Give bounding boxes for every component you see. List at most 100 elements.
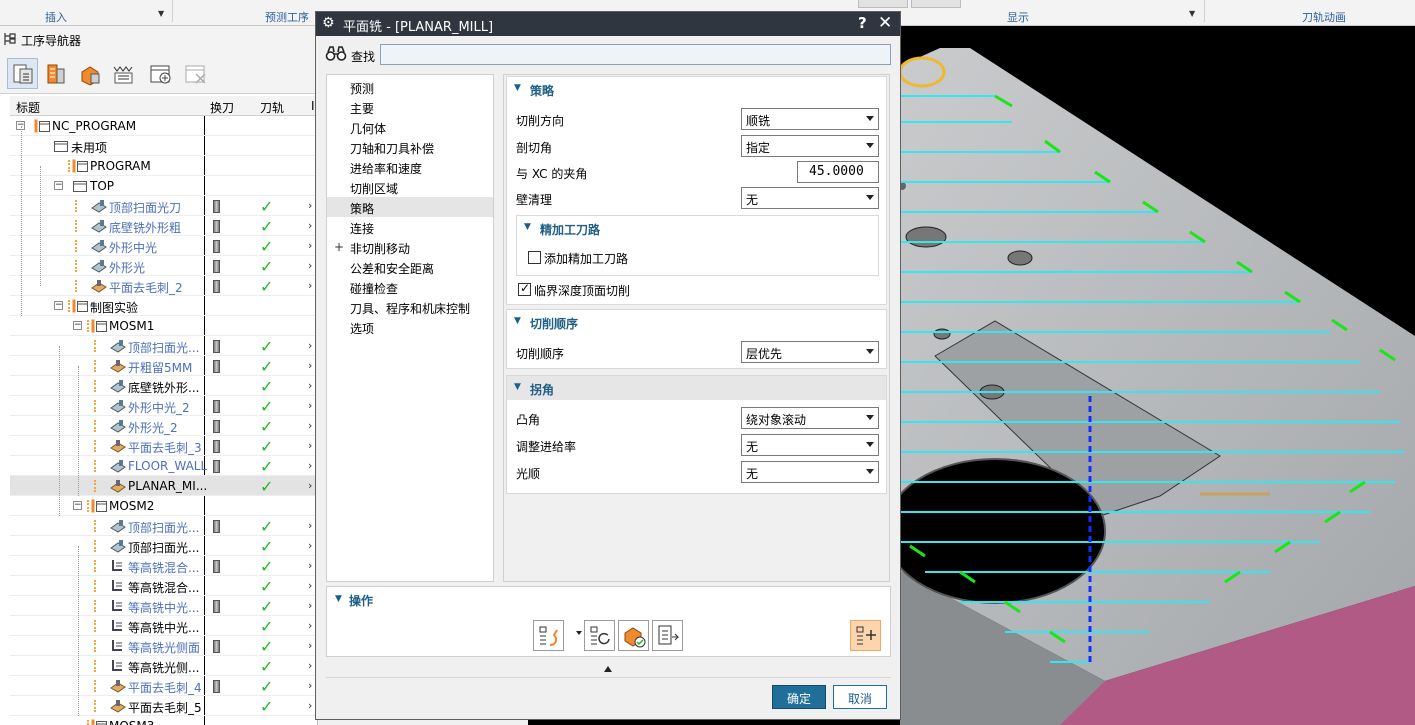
add-operation-button[interactable]	[850, 620, 881, 651]
program-order-view-button[interactable]	[7, 58, 38, 89]
ribbon-group-predict[interactable]: 预测工序	[265, 9, 309, 25]
nav-row[interactable]: − 制图实验	[10, 296, 318, 316]
tree-toggle-icon[interactable]: −	[54, 301, 63, 310]
cut-direction-select[interactable]: 顺铣	[741, 108, 879, 130]
graphics-viewport[interactable]	[900, 26, 1415, 725]
ribbon-group-insert[interactable]: 插入	[45, 9, 67, 25]
dialog-tree-item[interactable]: 选项	[327, 317, 493, 337]
nav-row[interactable]: FLOOR_WALL ✓ ›	[10, 456, 318, 476]
method-view-button[interactable]	[107, 58, 138, 89]
nav-row[interactable]: 外形光 ✓ ›	[10, 256, 318, 276]
expand-plus-icon[interactable]: +	[334, 240, 344, 254]
geometry-view-button[interactable]	[74, 58, 105, 89]
dialog-tree-item[interactable]: 主要	[327, 97, 493, 117]
nav-row[interactable]: PLANAR_MI... ✓ ›	[10, 476, 318, 496]
nav-row[interactable]: 外形光_2 ✓ ›	[10, 416, 318, 436]
generate-toolpath-button[interactable]	[533, 620, 564, 651]
ribbon-button[interactable]	[911, 0, 961, 8]
finish-pass-header[interactable]: ▼ 精加工刀路	[517, 216, 878, 240]
nav-row[interactable]: 外形中光 ✓ ›	[10, 236, 318, 256]
dialog-tree-item[interactable]: 进给率和速度	[327, 157, 493, 177]
critical-depth-checkbox[interactable]	[518, 281, 531, 296]
tree-toggle-icon[interactable]: −	[54, 181, 63, 190]
nav-row[interactable]: 顶部扫面光... ✓ ›	[10, 536, 318, 556]
close-icon[interactable]: ✕	[878, 13, 892, 33]
dialog-tree-item[interactable]: 几何体	[327, 117, 493, 137]
cut-order-header[interactable]: ▼ 切削顺序	[507, 310, 886, 334]
nav-row[interactable]: MOSM3	[10, 716, 318, 725]
dialog-tree-item[interactable]: 连接	[327, 217, 493, 237]
nav-row[interactable]: 开粗留5MM ✓ ›	[10, 356, 318, 376]
column-tool-change[interactable]: 换刀	[210, 99, 234, 116]
nav-row[interactable]: 等高铣光侧... ✓ ›	[10, 656, 318, 676]
nav-row[interactable]: 等高铣中光... ✓ ›	[10, 596, 318, 616]
help-icon[interactable]: ?	[858, 14, 867, 32]
nav-row[interactable]: 底壁铣外形粗 ✓ ›	[10, 216, 318, 236]
nav-row[interactable]: 平面去毛刺_5 ✓ ›	[10, 696, 318, 716]
cut-order-select[interactable]: 层优先	[741, 341, 879, 363]
collapse-up-icon[interactable]	[604, 666, 612, 672]
wall-clean-select[interactable]: 无	[741, 187, 879, 209]
nav-row[interactable]: − NC_PROGRAM	[10, 116, 318, 136]
chevron-down-icon[interactable]	[576, 631, 582, 635]
tool-change-icon	[213, 600, 220, 613]
corner-header[interactable]: ▼ 拐角	[507, 376, 886, 400]
find-input[interactable]	[380, 44, 891, 65]
cut-angle-value: 指定	[746, 141, 771, 155]
delete-button[interactable]	[180, 58, 211, 89]
nav-row[interactable]: − MOSM1	[10, 316, 318, 336]
add-finish-checkbox[interactable]	[528, 251, 541, 264]
ok-button[interactable]: 确定	[772, 685, 826, 709]
ribbon-group-display[interactable]: 显示	[1007, 9, 1029, 25]
ribbon-group-animation[interactable]: 刀轨动画	[1302, 9, 1346, 25]
adjust-feed-select[interactable]: 无	[741, 434, 879, 456]
ribbon-dropdown-icon[interactable]: ▼	[158, 9, 164, 18]
dialog-tree-item[interactable]: 碰撞检查	[327, 277, 493, 297]
dialog-tree-item[interactable]: 预测	[327, 77, 493, 97]
nav-row[interactable]: − MOSM2	[10, 496, 318, 516]
column-toolpath[interactable]: 刀轨	[260, 99, 284, 116]
nav-row[interactable]: 等高铣中光... ✓ ›	[10, 616, 318, 636]
dialog-tree-item[interactable]: 刀轴和刀具补偿	[327, 137, 493, 157]
smooth-value: 无	[746, 467, 759, 481]
dialog-tree-item[interactable]: 策略	[327, 197, 493, 217]
nav-row[interactable]: 等高铣混合... ✓ ›	[10, 576, 318, 596]
tree-toggle-icon[interactable]: −	[73, 501, 82, 510]
nav-row[interactable]: 平面去毛刺_3 ✓ ›	[10, 436, 318, 456]
nav-row[interactable]: 平面去毛刺_4 ✓ ›	[10, 676, 318, 696]
dialog-title-bar[interactable]: ⚙ 平面铣 - [PLANAR_MILL] ? ✕	[316, 12, 900, 36]
ribbon-dropdown-icon[interactable]: ▼	[1189, 9, 1195, 18]
nav-row[interactable]: 顶部扫面光... ✓ ›	[10, 516, 318, 536]
xc-angle-input[interactable]: 45.0000	[797, 161, 879, 183]
verify-toolpath-button[interactable]	[618, 620, 649, 651]
column-title[interactable]: 标题	[16, 99, 40, 116]
row-icon-wrap	[91, 196, 107, 216]
nav-row[interactable]: 顶部扫面光刀 ✓ ›	[10, 196, 318, 216]
nav-row[interactable]: 顶部扫面光... ✓ ›	[10, 336, 318, 356]
column-extra[interactable]: I	[311, 99, 315, 113]
nav-row[interactable]: 未用项	[10, 136, 318, 156]
nav-row[interactable]: 底壁铣外形... ✓ ›	[10, 376, 318, 396]
nav-row[interactable]: 平面去毛刺_2 ✓ ›	[10, 276, 318, 296]
dialog-tree-item[interactable]: + 非切削移动	[327, 237, 493, 257]
smooth-select[interactable]: 无	[741, 461, 879, 483]
tree-toggle-icon[interactable]: −	[73, 321, 82, 330]
nav-row[interactable]: 等高铣混合... ✓ ›	[10, 556, 318, 576]
replay-toolpath-button[interactable]	[584, 620, 615, 651]
ribbon-button[interactable]	[858, 0, 908, 8]
row-icon-wrap	[53, 136, 69, 156]
list-toolpath-button[interactable]	[652, 620, 683, 651]
create-operation-button[interactable]	[145, 58, 176, 89]
convex-corner-select[interactable]: 绕对象滚动	[741, 407, 879, 429]
cancel-button[interactable]: 取消	[833, 685, 887, 709]
nav-row[interactable]: 等高铣光侧面 ✓ ›	[10, 636, 318, 656]
dialog-tree-item[interactable]: 刀具、程序和机床控制	[327, 297, 493, 317]
nav-row[interactable]: − TOP	[10, 176, 318, 196]
dialog-tree-item[interactable]: 公差和安全距离	[327, 257, 493, 277]
cut-angle-select[interactable]: 指定	[741, 135, 879, 157]
machine-tool-view-button[interactable]	[40, 58, 71, 89]
strategy-header[interactable]: ▼ 策略	[507, 77, 886, 101]
dialog-tree-item[interactable]: 切削区域	[327, 177, 493, 197]
nav-row[interactable]: PROGRAM	[10, 156, 318, 176]
nav-row[interactable]: 外形中光_2 ✓ ›	[10, 396, 318, 416]
